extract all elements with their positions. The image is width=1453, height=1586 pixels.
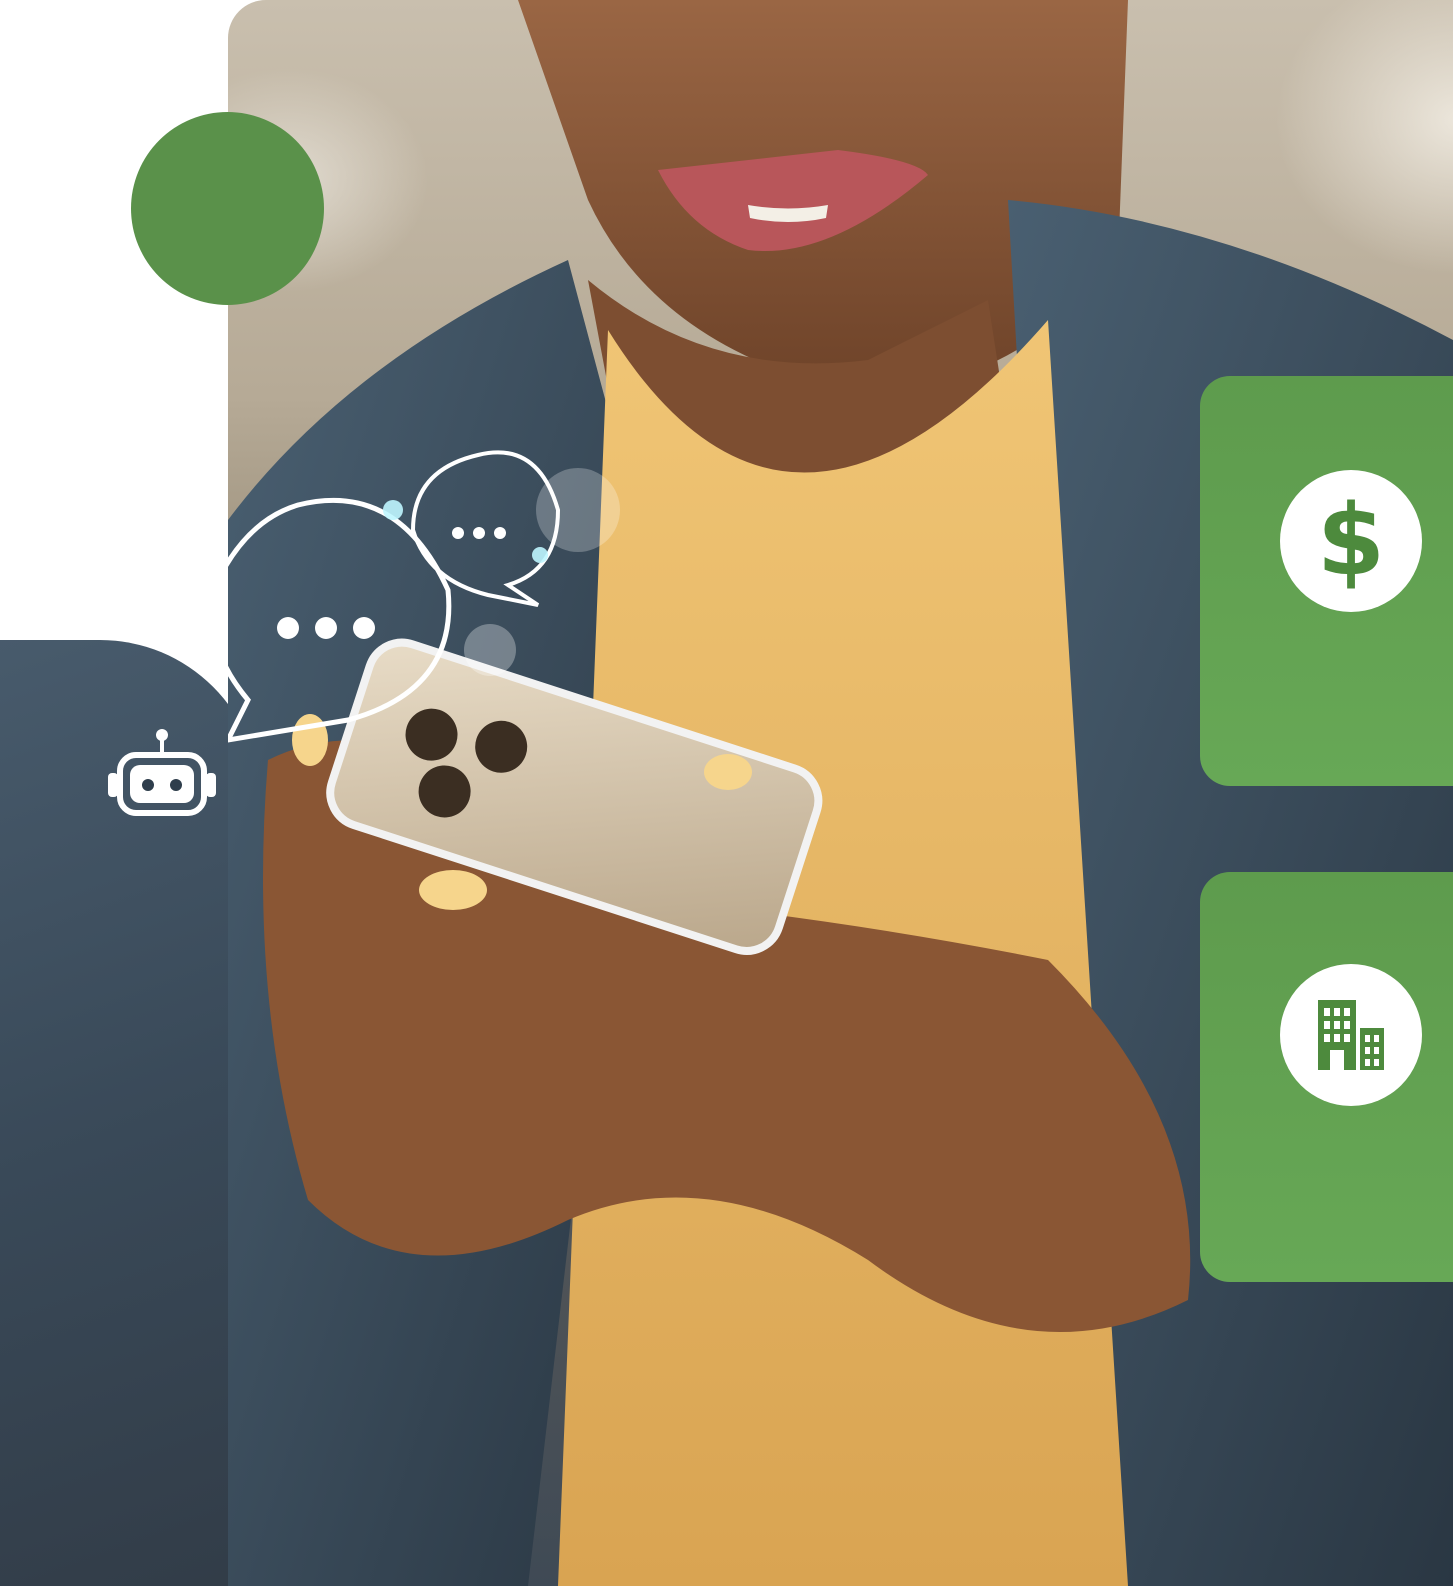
hero-image: $ [0,0,1453,1586]
photo-panel [228,0,1453,1586]
photo-illustration [228,0,1453,1586]
building-card [1200,872,1453,1282]
building-icon [1280,964,1422,1106]
chat-dots [452,527,506,539]
nail [704,754,752,790]
nail [419,870,487,910]
dollar-card: $ [1200,376,1453,786]
dollar-icon: $ [1280,470,1422,612]
robot-icon [108,729,216,816]
building-svg [1318,1000,1384,1070]
chat-dots [277,617,375,639]
dollar-glyph: $ [1316,484,1386,598]
accent-circle [131,112,324,305]
